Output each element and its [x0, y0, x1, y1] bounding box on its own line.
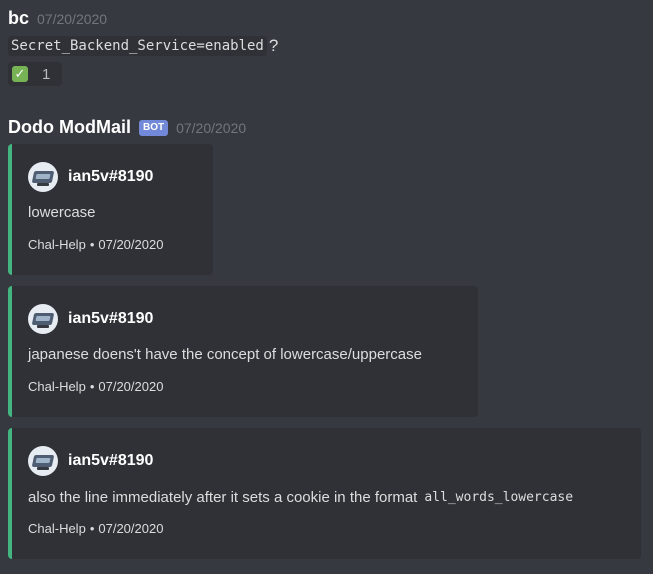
- embed-footer: Chal-Help • 07/20/2020: [28, 237, 163, 252]
- keyboard-avatar-icon[interactable]: [28, 304, 58, 334]
- message-header-bc: bc 07/20/2020: [8, 8, 107, 29]
- footer-channel: Chal-Help: [28, 237, 86, 252]
- embed-description-text: also the line immediately after it sets …: [28, 489, 418, 506]
- embed-card: ian5v#8190 also the line immediately aft…: [8, 428, 641, 559]
- footer-date: 07/20/2020: [98, 237, 164, 252]
- embed-author-name[interactable]: ian5v#8190: [68, 168, 153, 186]
- message-content-bc: Secret_Backend_Service=enabled ?: [8, 36, 278, 56]
- footer-date: 07/20/2020: [98, 521, 164, 536]
- embed-author-name[interactable]: ian5v#8190: [68, 310, 153, 328]
- footer-date: 07/20/2020: [98, 379, 164, 394]
- embed-footer: Chal-Help • 07/20/2020: [28, 521, 163, 536]
- embed-description: lowercase: [28, 204, 96, 221]
- embed-description-text: lowercase: [28, 204, 96, 221]
- embed-description: also the line immediately after it sets …: [28, 488, 577, 507]
- footer-separator: •: [89, 237, 95, 252]
- reaction-count: 1: [42, 65, 51, 83]
- embed-author-name[interactable]: ian5v#8190: [68, 452, 153, 470]
- keyboard-avatar-icon[interactable]: [28, 162, 58, 192]
- chat-log: bc 07/20/2020 Secret_Backend_Service=ena…: [0, 0, 653, 574]
- footer-separator: •: [89, 379, 95, 394]
- check-mark-icon: ✓: [12, 66, 28, 82]
- keyboard-avatar-icon[interactable]: [28, 446, 58, 476]
- message-timestamp[interactable]: 07/20/2020: [176, 120, 246, 136]
- message-header-dodo: Dodo ModMail BOT 07/20/2020: [8, 117, 246, 138]
- embed-description: japanese doens't have the concept of low…: [28, 346, 422, 363]
- message-timestamp[interactable]: 07/20/2020: [37, 11, 107, 27]
- embed-footer: Chal-Help • 07/20/2020: [28, 379, 163, 394]
- embed-author: ian5v#8190: [28, 304, 153, 334]
- username[interactable]: Dodo ModMail: [8, 117, 131, 138]
- reaction-button[interactable]: ✓ 1: [8, 62, 62, 86]
- embed-author: ian5v#8190: [28, 162, 153, 192]
- message-text: ?: [268, 36, 279, 55]
- footer-separator: •: [89, 521, 95, 536]
- embed-author: ian5v#8190: [28, 446, 153, 476]
- embed-card: ian5v#8190 japanese doens't have the con…: [8, 286, 478, 417]
- inline-code: all_words_lowercase: [421, 488, 577, 507]
- footer-channel: Chal-Help: [28, 379, 86, 394]
- footer-channel: Chal-Help: [28, 521, 86, 536]
- embed-description-text: japanese doens't have the concept of low…: [28, 346, 422, 363]
- embed-card: ian5v#8190 lowercase Chal-Help • 07/20/202…: [8, 144, 213, 275]
- inline-code: Secret_Backend_Service=enabled: [8, 36, 267, 56]
- username[interactable]: bc: [8, 8, 29, 29]
- bot-badge: BOT: [138, 119, 169, 136]
